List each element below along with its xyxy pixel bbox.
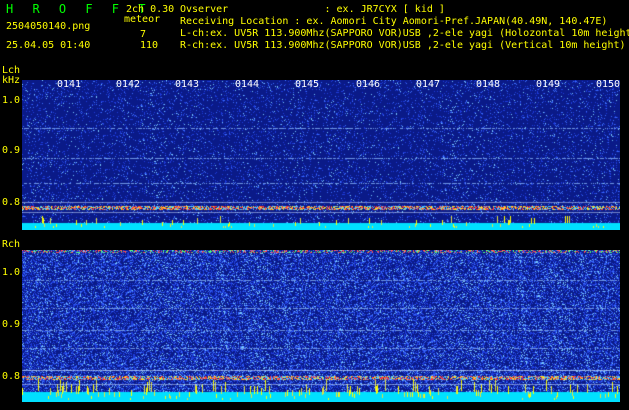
lch-time-label: 0147 [415, 80, 441, 90]
lch-ytick-0-8: 0.8 [2, 197, 21, 208]
lch-time-label: 0148 [475, 80, 501, 90]
datetime-label: 25.04.05 01:40 [6, 40, 91, 51]
lch-spectrogram: 0141 0142 0143 0144 0145 0146 0147 0148 … [22, 80, 620, 230]
rch-ytick-0-9: 0.9 [2, 319, 21, 330]
lch-time-label: 0142 [115, 80, 141, 90]
lch-ytick-0-9: 0.9 [2, 145, 21, 156]
hroft-window: H R O F F T 2ch 0.30 2504050140.png mete… [0, 0, 629, 410]
filename-label: 2504050140.png [6, 21, 91, 32]
lch-time-label: 0150 [595, 80, 620, 90]
location-info: Receiving Location : ex. Aomori City Aom… [180, 16, 608, 27]
khz-unit-label: kHz [2, 75, 21, 86]
rch-info: R-ch:ex. UV5R 113.900Mhz(SAPPORO VOR)USB… [180, 40, 626, 51]
lch-ytick-1-0: 1.0 [2, 95, 21, 106]
lch-time-label: 0145 [294, 80, 320, 90]
meteor-count-rch: 110 [140, 40, 159, 51]
lch-info: L-ch:ex. UV5R 113.900Mhz(SAPPORO VOR)USB… [180, 28, 629, 39]
rch-spectrogram [22, 250, 620, 402]
meteor-label: meteor [124, 14, 161, 25]
lch-time-label: 0146 [355, 80, 381, 90]
rch-ytick-1-0: 1.0 [2, 267, 21, 278]
lch-time-label: 0144 [234, 80, 260, 90]
meteor-count-lch: 7 [140, 29, 147, 40]
rch-label: Rch [2, 239, 21, 250]
lch-time-label: 0141 [56, 80, 82, 90]
observer-info: Ovserver : ex. JR7CYX [ kid ] [180, 4, 445, 15]
lch-time-label: 0149 [535, 80, 561, 90]
rch-ytick-0-8: 0.8 [2, 371, 21, 382]
lch-time-label: 0143 [174, 80, 200, 90]
